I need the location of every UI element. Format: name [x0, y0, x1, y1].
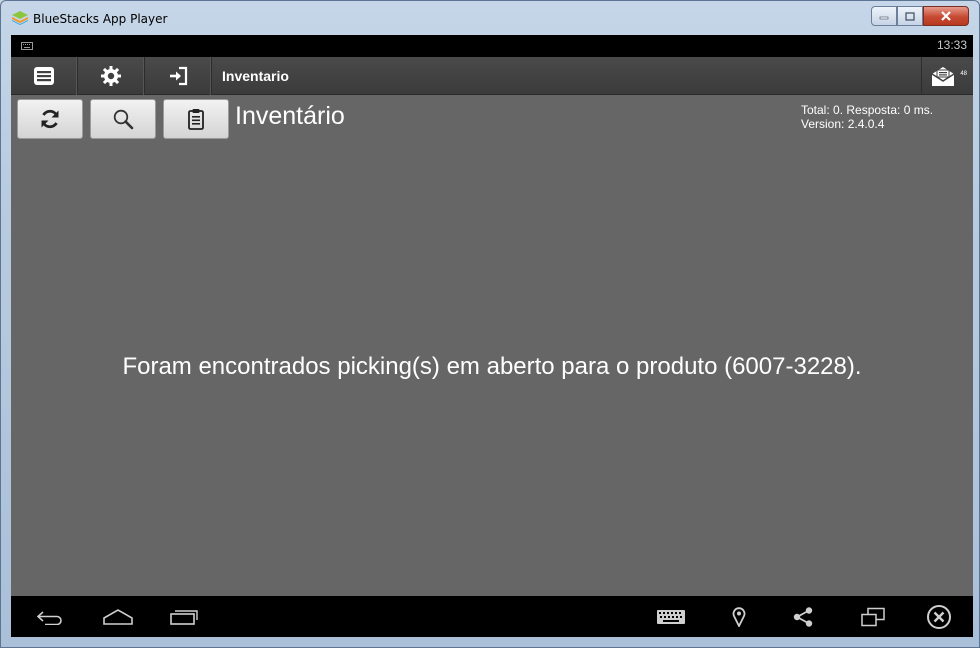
total-response-text: Total: 0. Resposta: 0 ms. — [801, 103, 934, 117]
home-icon — [103, 608, 133, 625]
content-area: Inventário Total: 0. Resposta: 0 ms. Ver… — [11, 95, 973, 596]
status-bar: 13:33 — [11, 35, 973, 57]
notification-count: 48 — [960, 71, 967, 77]
notifications-button[interactable]: 48 — [921, 57, 973, 95]
close-icon — [941, 11, 951, 21]
clipboard-button[interactable] — [163, 99, 229, 139]
bluestacks-logo-icon — [12, 11, 28, 25]
window-title: BlueStacks App Player — [33, 12, 168, 26]
page-title: Inventário — [235, 102, 345, 130]
keyboard-icon — [657, 609, 685, 624]
maximize-button[interactable] — [897, 6, 923, 26]
settings-button[interactable] — [78, 57, 145, 95]
share-button[interactable] — [787, 596, 819, 637]
close-window-button[interactable] — [923, 6, 969, 26]
app-window: BlueStacks App Player 13:33 Inventario 4… — [0, 0, 980, 648]
clipboard-icon — [188, 109, 204, 130]
action-bar: Inventario 48 — [11, 57, 973, 95]
sign-in-button[interactable] — [145, 57, 212, 95]
search-button[interactable] — [90, 99, 156, 139]
menu-button[interactable] — [11, 57, 78, 95]
back-button[interactable] — [29, 596, 71, 637]
close-app-button[interactable] — [921, 596, 957, 637]
minimize-icon — [879, 16, 889, 20]
location-icon — [732, 606, 746, 627]
minimize-button[interactable] — [871, 6, 897, 26]
refresh-button[interactable] — [17, 99, 83, 139]
refresh-icon — [41, 109, 59, 129]
sign-in-icon — [170, 66, 188, 86]
search-icon — [113, 109, 134, 130]
status-message: Foram encontrados picking(s) em aberto p… — [122, 353, 862, 380]
title-bar[interactable]: BlueStacks App Player — [1, 1, 979, 35]
envelope-icon — [931, 67, 954, 86]
action-bar-title: Inventario — [222, 68, 289, 84]
recent-apps-button[interactable] — [163, 596, 205, 637]
back-icon — [36, 610, 62, 625]
info-block: Total: 0. Resposta: 0 ms. Version: 2.4.0… — [801, 103, 933, 131]
navigation-bar — [11, 596, 973, 637]
window-controls — [871, 6, 969, 26]
menu-list-icon — [34, 67, 54, 85]
keyboard-status-icon — [21, 42, 33, 50]
version-text: Version: 2.4.0.4 — [801, 117, 885, 131]
android-screen: 13:33 Inventario 48 Inventário Total: 0.… — [11, 35, 973, 637]
maximize-icon — [905, 11, 915, 21]
location-button[interactable] — [723, 596, 755, 637]
multi-screen-icon — [861, 607, 885, 626]
multi-screen-button[interactable] — [854, 596, 892, 637]
keyboard-button[interactable] — [652, 596, 690, 637]
close-circle-icon — [927, 604, 951, 629]
settings-gear-icon — [101, 66, 121, 86]
recent-apps-icon — [170, 609, 198, 625]
home-button[interactable] — [97, 596, 139, 637]
status-clock: 13:33 — [936, 38, 967, 52]
share-icon — [793, 606, 813, 627]
